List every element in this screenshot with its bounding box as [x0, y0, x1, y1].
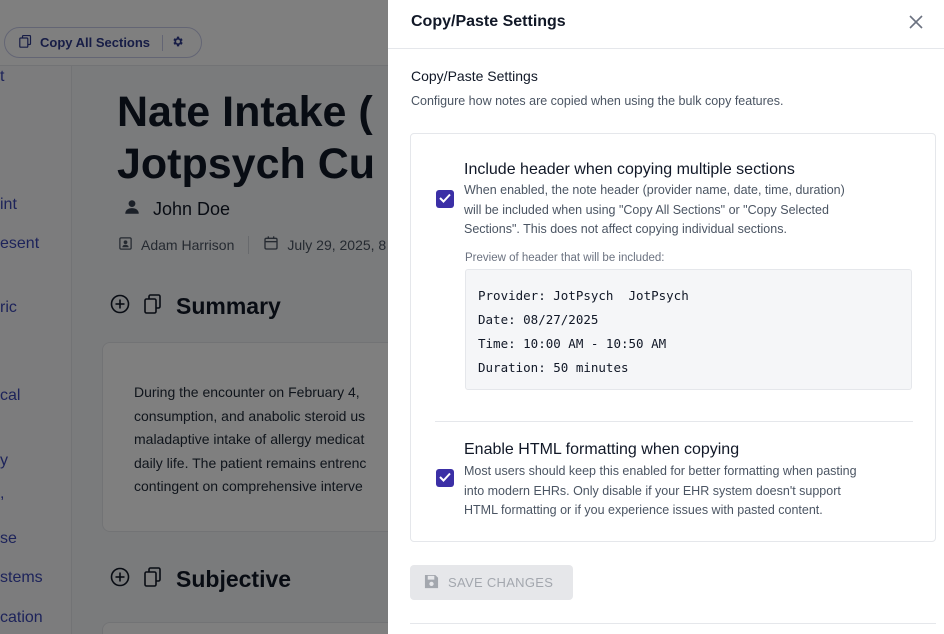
include-header-label: Include header when copying multiple sec…: [464, 161, 795, 178]
drawer-footer-divider: [410, 623, 936, 624]
description-line: Most users should keep this enabled for …: [464, 464, 857, 478]
header-preview-box: Provider: JotPsych JotPsych Date: 08/27/…: [465, 269, 912, 390]
close-icon: [909, 14, 923, 34]
description-line: will be included when using "Copy All Se…: [464, 202, 829, 217]
settings-section-title: Copy/Paste Settings: [411, 68, 538, 84]
close-button[interactable]: [904, 12, 928, 36]
html-formatting-checkbox[interactable]: [436, 469, 454, 487]
copy-paste-settings-drawer: Copy/Paste Settings Copy/Paste Settings …: [388, 0, 944, 634]
description-line: When enabled, the note header (provider …: [464, 183, 845, 197]
save-changes-label: SAVE CHANGES: [448, 575, 554, 590]
settings-card: Include header when copying multiple sec…: [410, 133, 936, 542]
floppy-disk-icon: [424, 574, 439, 592]
description-line: Sections". This does not affect copying …: [464, 222, 787, 236]
preview-line: Provider: JotPsych JotPsych: [478, 288, 689, 303]
preview-label: Preview of header that will be included:: [465, 252, 665, 264]
description-line: HTML formatting or if you experience iss…: [464, 503, 823, 517]
include-header-description: When enabled, the note header (provider …: [464, 181, 894, 240]
preview-line: Time: 10:00 AM - 10:50 AM: [478, 336, 667, 351]
include-header-checkbox[interactable]: [436, 190, 454, 208]
drawer-title: Copy/Paste Settings: [411, 13, 566, 30]
preview-line: Date: 08/27/2025: [478, 312, 599, 327]
drawer-header: Copy/Paste Settings: [388, 0, 944, 49]
option-divider: [435, 421, 913, 422]
check-icon: [439, 190, 451, 208]
settings-section-description: Configure how notes are copied when usin…: [411, 94, 784, 108]
preview-line: Duration: 50 minutes: [478, 360, 629, 375]
html-formatting-description: Most users should keep this enabled for …: [464, 462, 904, 521]
html-formatting-label: Enable HTML formatting when copying: [464, 441, 740, 458]
description-line: into modern EHRs. Only disable if your E…: [464, 483, 841, 498]
check-icon: [439, 469, 451, 487]
save-changes-button[interactable]: SAVE CHANGES: [410, 565, 573, 600]
